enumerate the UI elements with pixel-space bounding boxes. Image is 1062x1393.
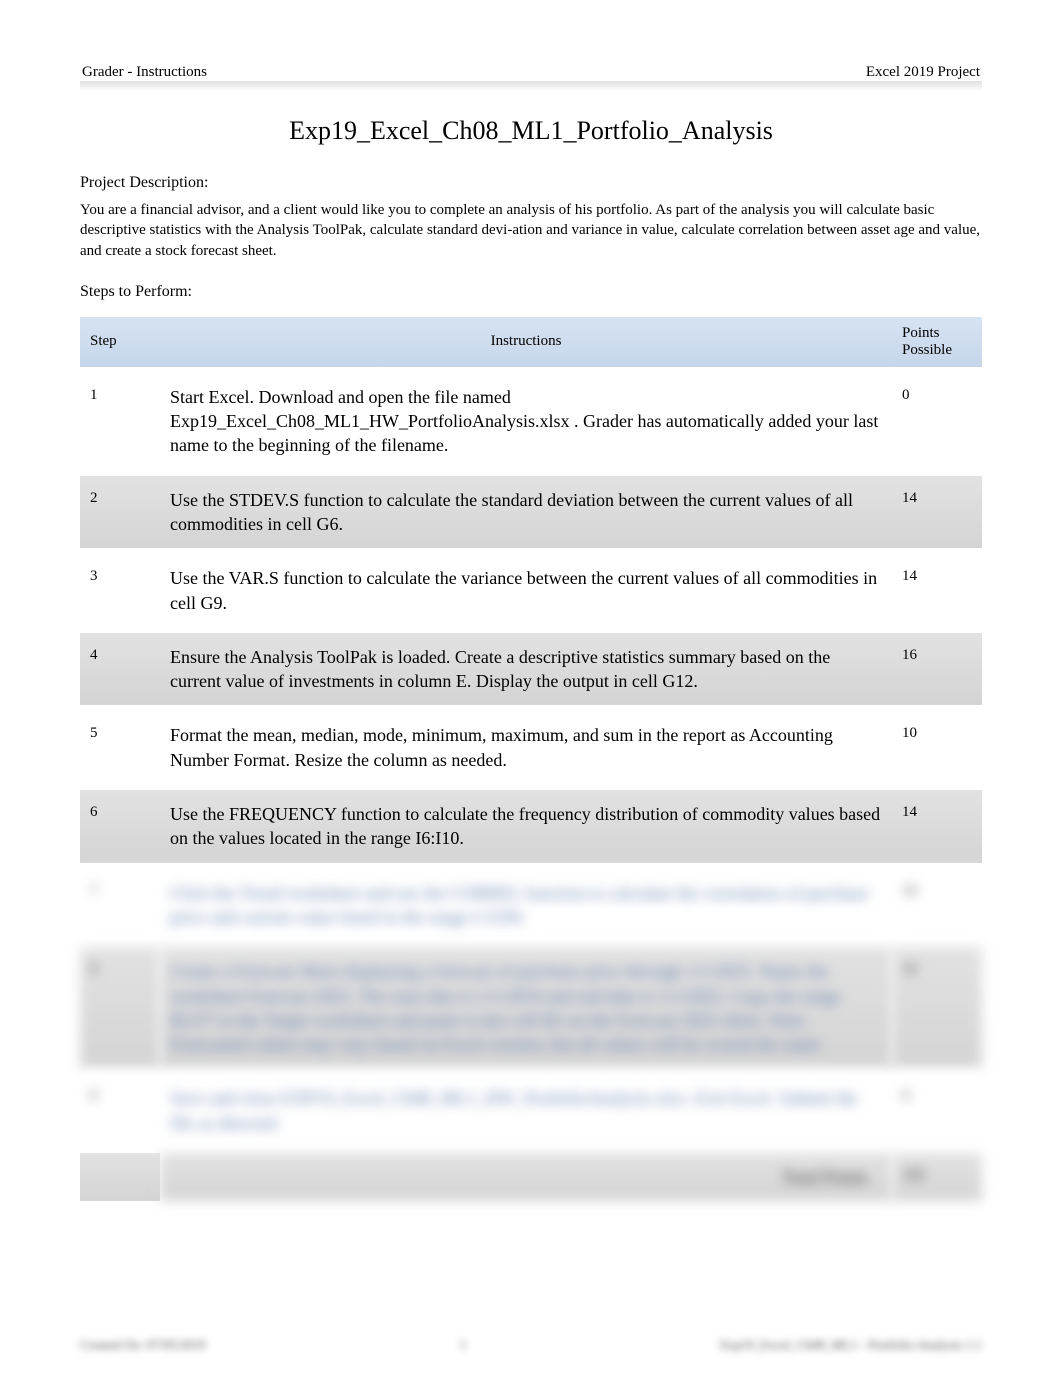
table-header-row: Step Instructions Points Possible [80, 317, 982, 367]
step-instructions: Use the STDEV.S function to calculate th… [160, 476, 892, 549]
project-description-text: You are a financial advisor, and a clien… [80, 200, 982, 261]
col-header-instructions: Instructions [160, 317, 892, 367]
step-instructions: Create a Forecast Sheet displaying a for… [160, 947, 892, 1068]
step-points: 14 [892, 554, 982, 627]
step-instructions: Click the Trend worksheet and use the CO… [160, 869, 892, 942]
table-row: 6Use the FREQUENCY function to calculate… [80, 790, 982, 863]
footer-right: Exp19_Excel_Ch08_ML1 - Portfolio Analysi… [720, 1337, 982, 1353]
header-right: Excel 2019 Project [866, 64, 980, 81]
table-row-blurred: 8Create a Forecast Sheet displaying a fo… [80, 947, 982, 1068]
step-number: 6 [80, 790, 160, 863]
col-header-points: Points Possible [892, 317, 982, 367]
steps-table: Step Instructions Points Possible 1Start… [80, 311, 982, 1208]
totals-row: Total Points100 [80, 1153, 982, 1201]
table-row-blurred: 7Click the Trend worksheet and use the C… [80, 869, 982, 942]
step-points: 16 [892, 633, 982, 706]
step-instructions: Use the VAR.S function to calculate the … [160, 554, 892, 627]
table-row: 1Start Excel. Download and open the file… [80, 373, 982, 470]
page-title: Exp19_Excel_Ch08_ML1_Portfolio_Analysis [80, 116, 982, 146]
step-number: 5 [80, 711, 160, 784]
doc-footer: Created On: 07/05/2019 1 Exp19_Excel_Ch0… [80, 1337, 982, 1353]
step-points: 14 [892, 476, 982, 549]
table-row: 3Use the VAR.S function to calculate the… [80, 554, 982, 627]
totals-spacer [80, 1153, 160, 1201]
step-number: 3 [80, 554, 160, 627]
step-number: 9 [80, 1074, 160, 1147]
table-row: 2Use the STDEV.S function to calculate t… [80, 476, 982, 549]
col-header-step: Step [80, 317, 160, 367]
step-points: 0 [892, 1074, 982, 1147]
step-points: 14 [892, 790, 982, 863]
footer-left: Created On: 07/05/2019 [80, 1337, 206, 1353]
step-points: 16 [892, 947, 982, 1068]
step-points: 10 [892, 711, 982, 784]
step-instructions: Save and close EXP19_Excel_Ch08_ML1_HW_P… [160, 1074, 892, 1147]
totals-value: 100 [892, 1153, 982, 1201]
step-instructions: Format the mean, median, mode, minimum, … [160, 711, 892, 784]
steps-to-perform-label: Steps to Perform: [80, 283, 982, 301]
table-row: 4Ensure the Analysis ToolPak is loaded. … [80, 633, 982, 706]
step-instructions: Ensure the Analysis ToolPak is loaded. C… [160, 633, 892, 706]
step-number: 2 [80, 476, 160, 549]
footer-center: 1 [460, 1337, 467, 1353]
header-left: Grader - Instructions [82, 64, 207, 81]
step-points: 0 [892, 373, 982, 470]
doc-header: Grader - Instructions Excel 2019 Project [80, 60, 982, 92]
totals-label: Total Points [160, 1153, 892, 1201]
table-row: 5Format the mean, median, mode, minimum,… [80, 711, 982, 784]
table-row-blurred: 9Save and close EXP19_Excel_Ch08_ML1_HW_… [80, 1074, 982, 1147]
project-description-label: Project Description: [80, 174, 982, 192]
step-instructions: Start Excel. Download and open the file … [160, 373, 892, 470]
step-points: 16 [892, 869, 982, 942]
step-number: 1 [80, 373, 160, 470]
step-number: 7 [80, 869, 160, 942]
step-number: 4 [80, 633, 160, 706]
step-number: 8 [80, 947, 160, 1068]
step-instructions: Use the FREQUENCY function to calculate … [160, 790, 892, 863]
